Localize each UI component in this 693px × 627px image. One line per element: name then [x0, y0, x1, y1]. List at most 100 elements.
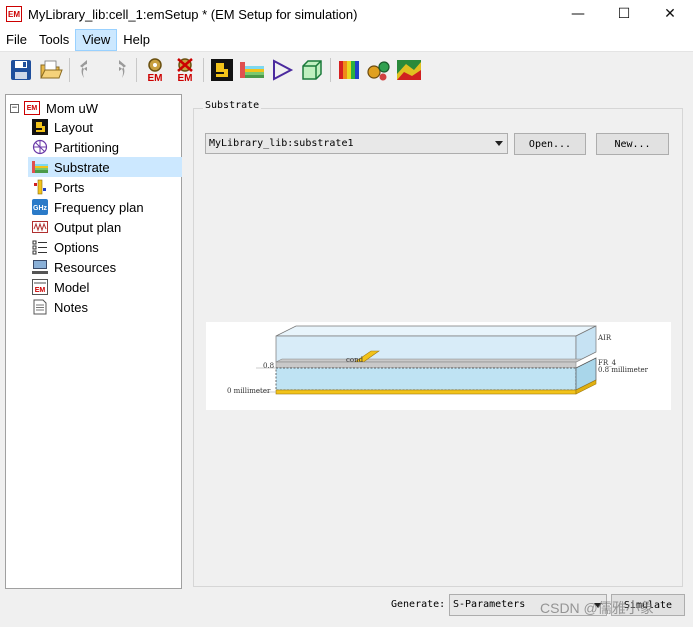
em-setup-button[interactable]: EM — [140, 55, 170, 85]
toolbar-separator — [330, 58, 331, 82]
open-folder-icon — [40, 60, 63, 79]
substrate-diagram: AIR FR_4 0.8 millimeter cond 0.8 0 milli… — [206, 322, 671, 410]
tree-item-frequency-plan[interactable]: GHz Frequency plan — [28, 197, 182, 217]
tree-item-label: Ports — [54, 179, 85, 195]
window-controls: — ☐ ✕ — [555, 0, 693, 28]
ground-plane — [275, 389, 577, 395]
chevron-down-icon — [495, 141, 503, 146]
tree-item-model[interactable]: EM Model — [28, 277, 182, 297]
air-label: AIR — [598, 334, 612, 342]
menu-tools[interactable]: Tools — [33, 29, 75, 51]
ports-icon — [32, 179, 48, 195]
menu-file[interactable]: File — [0, 29, 33, 51]
svg-text:GHz: GHz — [33, 205, 48, 212]
redo-button[interactable] — [103, 55, 133, 85]
bottom-level-label: 0 millimeter — [227, 387, 271, 395]
svg-text:EM: EM — [178, 73, 193, 83]
tree-root-label: Mom uW — [46, 100, 98, 116]
top-level-label: 0.8 — [263, 362, 275, 370]
open-substrate-button[interactable]: Open... — [514, 133, 586, 155]
tree-item-layout[interactable]: Layout — [28, 117, 182, 137]
svg-text:EM: EM — [35, 287, 46, 294]
collapse-icon[interactable]: − — [10, 103, 19, 113]
tree-item-partitioning[interactable]: Partitioning — [28, 137, 182, 157]
gear-cluster-icon — [367, 61, 390, 81]
tree-item-label: Notes — [54, 299, 88, 315]
3d-box-icon — [302, 60, 322, 80]
tree-item-label: Frequency plan — [54, 199, 144, 215]
port-icon — [273, 59, 294, 81]
substrate-select-value: MyLibrary_lib:substrate1 — [209, 138, 354, 149]
tree-root-mom-uw[interactable]: − EM Mom uW — [10, 99, 98, 117]
tree-item-label: Layout — [54, 119, 94, 135]
tree-item-resources[interactable]: Resources — [28, 257, 182, 277]
save-button[interactable] — [6, 55, 36, 85]
tree-item-label: Partitioning — [54, 139, 120, 155]
fr4-layer-front — [275, 367, 577, 391]
layout-icon — [211, 59, 233, 81]
undo-button[interactable] — [73, 55, 103, 85]
new-substrate-button[interactable]: New... — [596, 133, 669, 155]
rainbow-icon — [339, 61, 359, 79]
em-remove-icon: EM — [177, 58, 193, 83]
substrate-icon — [32, 159, 48, 175]
generate-label: Generate: — [391, 599, 446, 610]
tree-item-substrate[interactable]: Substrate — [28, 157, 182, 177]
tree-children: Layout Partitioning Substrate Ports GHz … — [28, 117, 182, 317]
open-button[interactable] — [36, 55, 66, 85]
substrate-group-title: Substrate — [203, 100, 262, 111]
field-plot-button[interactable] — [394, 55, 424, 85]
undo-icon — [80, 60, 87, 78]
resources-icon — [32, 259, 48, 275]
substrate-button[interactable] — [237, 55, 267, 85]
tree-item-notes[interactable]: Notes — [28, 297, 182, 317]
minimize-button[interactable]: — — [555, 0, 601, 28]
close-button[interactable]: ✕ — [647, 0, 693, 28]
em-icon: EM — [24, 101, 40, 115]
toolbar-separator — [136, 58, 137, 82]
em-setup-icon: EM — [148, 58, 163, 83]
options-icon — [32, 239, 48, 255]
window-title: MyLibrary_lib:cell_1:emSetup * (EM Setup… — [28, 6, 358, 22]
air-layer-front — [275, 335, 577, 363]
field-plot-icon — [397, 60, 421, 80]
layout-button[interactable] — [207, 55, 237, 85]
toolbar-separator — [203, 58, 204, 82]
menu-view[interactable]: View — [75, 28, 118, 51]
save-icon — [11, 60, 31, 80]
generate-select-value: S-Parameters — [453, 599, 526, 610]
notes-icon — [32, 299, 48, 315]
partitioning-icon — [32, 139, 48, 155]
redo-icon — [119, 60, 126, 78]
tree-item-label: Substrate — [54, 159, 110, 175]
watermark: CSDN @儒雅小象 — [540, 600, 654, 616]
substrate-select[interactable]: MyLibrary_lib:substrate1 — [205, 133, 508, 154]
gear-cluster-button[interactable] — [364, 55, 394, 85]
tree-item-label: Resources — [54, 259, 117, 275]
toolbar: EM EM — [0, 53, 693, 87]
tree-item-options[interactable]: Options — [28, 237, 182, 257]
svg-text:EM: EM — [148, 73, 163, 83]
model-icon: EM — [32, 279, 48, 295]
em-remove-button[interactable]: EM — [170, 55, 200, 85]
tree-item-output-plan[interactable]: Output plan — [28, 217, 182, 237]
substrate-icon — [240, 62, 264, 78]
menu-bar: File Tools View Help — [0, 28, 693, 52]
port-button[interactable] — [267, 55, 297, 85]
visualization-button[interactable] — [334, 55, 364, 85]
tree-item-ports[interactable]: Ports — [28, 177, 182, 197]
menu-help[interactable]: Help — [117, 29, 156, 51]
air-layer-top — [275, 325, 597, 337]
tree-item-label: Options — [54, 239, 99, 255]
cond-label: cond — [346, 356, 364, 364]
tree-item-label: Model — [54, 279, 90, 295]
frequency-icon: GHz — [32, 199, 48, 215]
tree-item-label: Output plan — [54, 219, 122, 235]
setup-tree: − EM Mom uW Layout Partitioning Substrat… — [5, 94, 182, 589]
thickness-label: 0.8 millimeter — [598, 366, 649, 374]
em-app-icon: EM — [6, 6, 22, 22]
3d-view-button[interactable] — [297, 55, 327, 85]
metal-interface — [275, 361, 577, 369]
maximize-button[interactable]: ☐ — [601, 0, 647, 28]
toolbar-separator — [69, 58, 70, 82]
